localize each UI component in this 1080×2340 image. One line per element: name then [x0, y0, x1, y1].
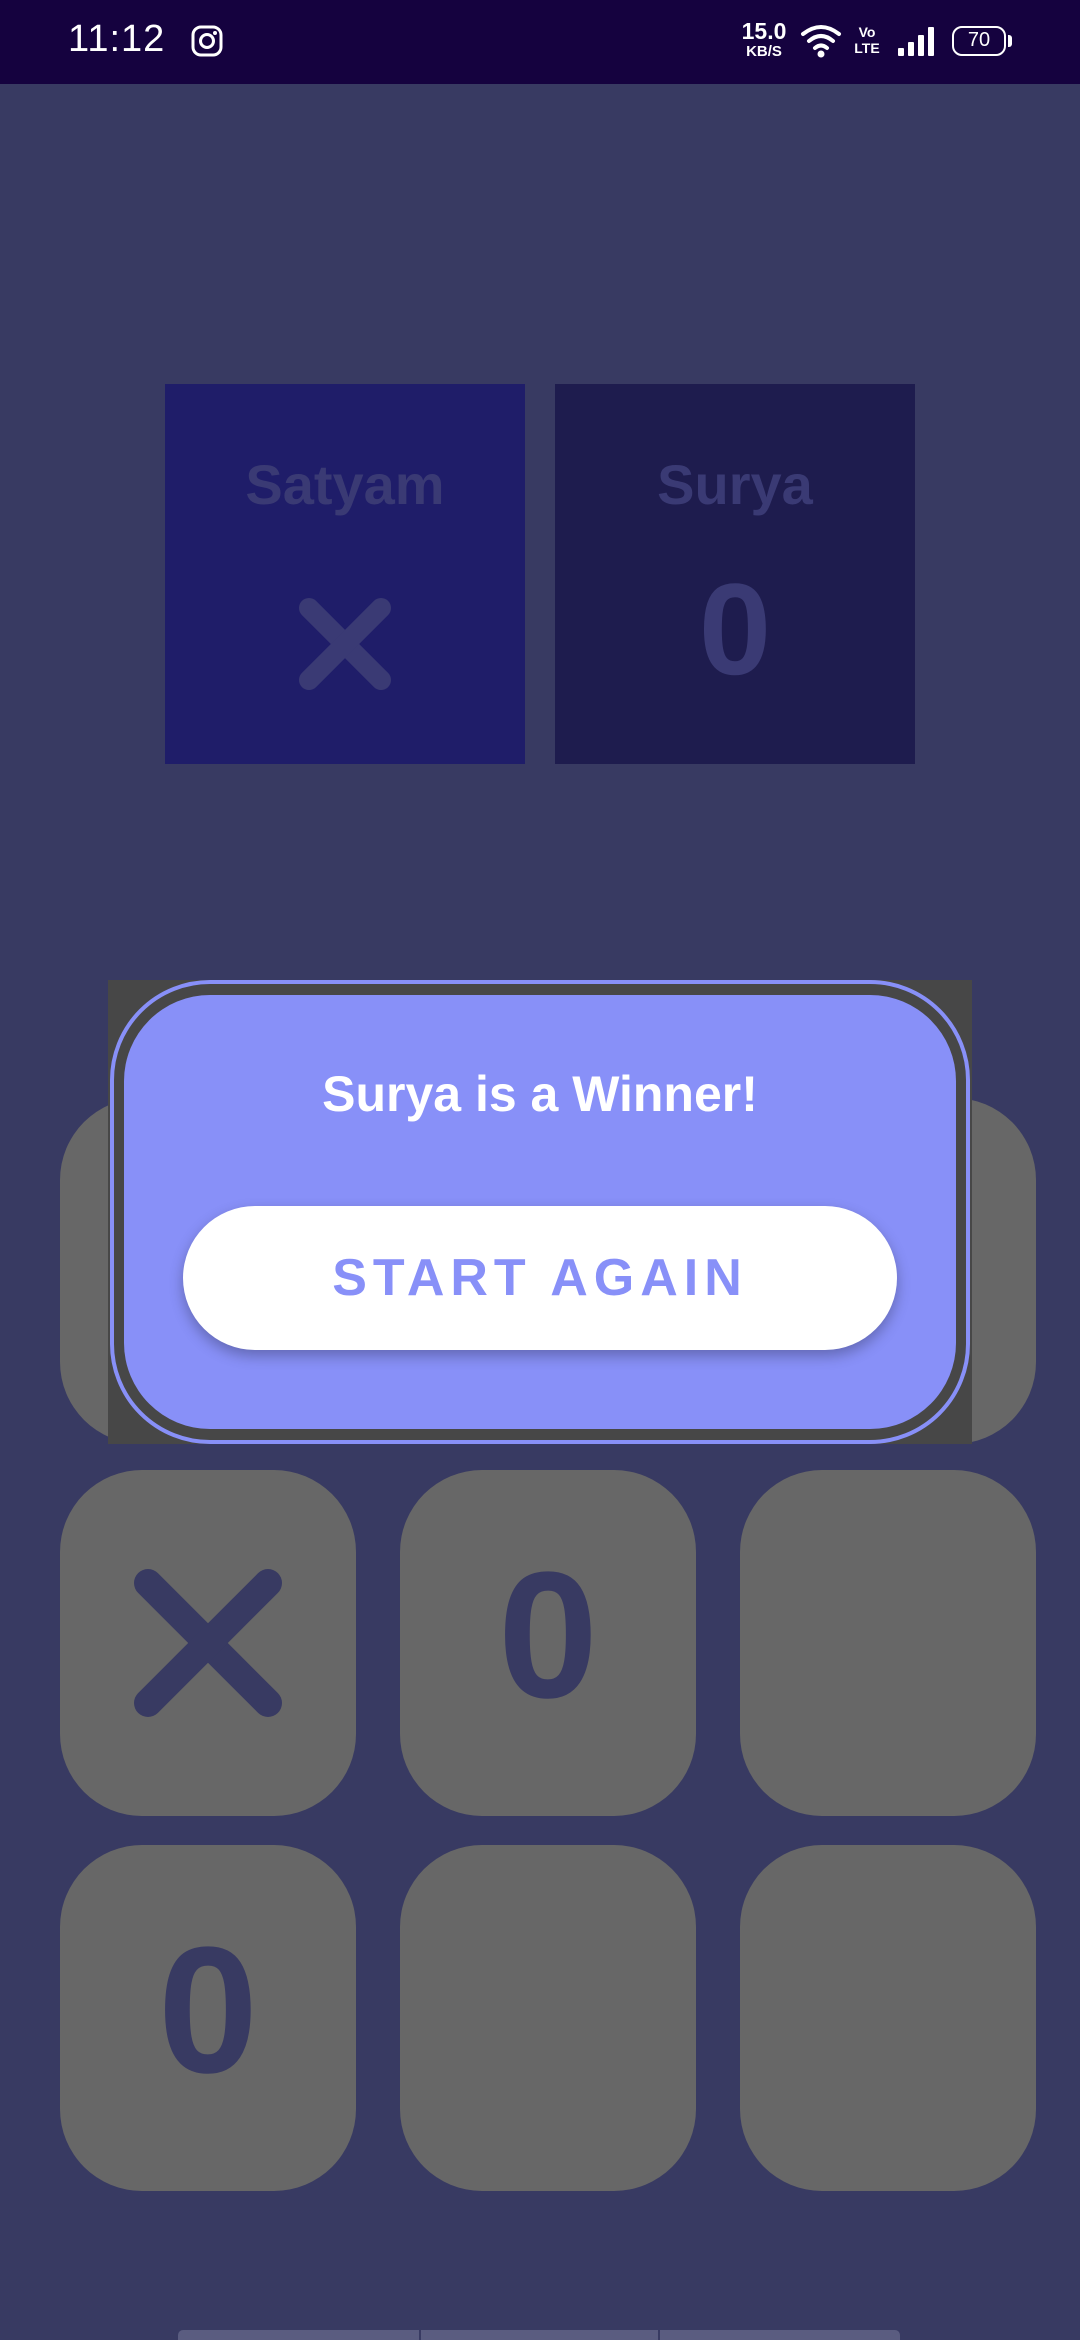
gesture-nav-bar[interactable] — [178, 2330, 900, 2340]
x-mark-icon — [134, 1569, 282, 1717]
board-cell-7[interactable]: 0 — [60, 1845, 356, 2191]
cell-mark: 0 — [497, 1535, 599, 1736]
board-cell-4[interactable] — [60, 1470, 356, 1816]
player-2-name: Surya — [657, 453, 813, 516]
player-card-2: Surya 0 — [555, 384, 915, 764]
winner-dialog: Surya is a Winner! START AGAIN — [124, 995, 956, 1429]
network-speed-unit: KB/S — [746, 43, 782, 60]
battery-level: 70 — [967, 29, 991, 51]
nav-divider — [419, 2330, 421, 2340]
board-cell-6[interactable] — [740, 1470, 1036, 1816]
player-2-symbol: 0 — [698, 556, 772, 702]
start-again-button[interactable]: START AGAIN — [183, 1206, 897, 1350]
volte-icon: Vo LTE — [852, 24, 882, 56]
nav-divider — [658, 2330, 660, 2340]
wifi-icon — [801, 25, 841, 58]
battery-icon: 70 — [952, 26, 1006, 56]
battery-tip — [1008, 35, 1012, 47]
board-cell-5[interactable]: 0 — [400, 1470, 696, 1816]
cell-mark: 0 — [157, 1910, 259, 2111]
player-1-name: Satyam — [245, 453, 445, 516]
signal-icon — [898, 27, 934, 56]
volte-line2: LTE — [854, 40, 880, 56]
board-cell-8[interactable] — [400, 1845, 696, 2191]
volte-line1: Vo — [858, 24, 876, 40]
status-bar: 11:12 15.0 KB/S Vo LTE 70 — [0, 0, 1080, 84]
board-cell-9[interactable] — [740, 1845, 1036, 2191]
x-mark-icon — [299, 598, 391, 690]
network-speed-value: 15.0 — [741, 18, 787, 44]
status-time: 11:12 — [68, 18, 166, 60]
network-speed: 15.0 KB/S — [734, 18, 794, 60]
dialog-title: Surya is a Winner! — [322, 1066, 758, 1122]
player-card-1: Satyam — [165, 384, 525, 764]
instagram-icon — [191, 25, 223, 57]
